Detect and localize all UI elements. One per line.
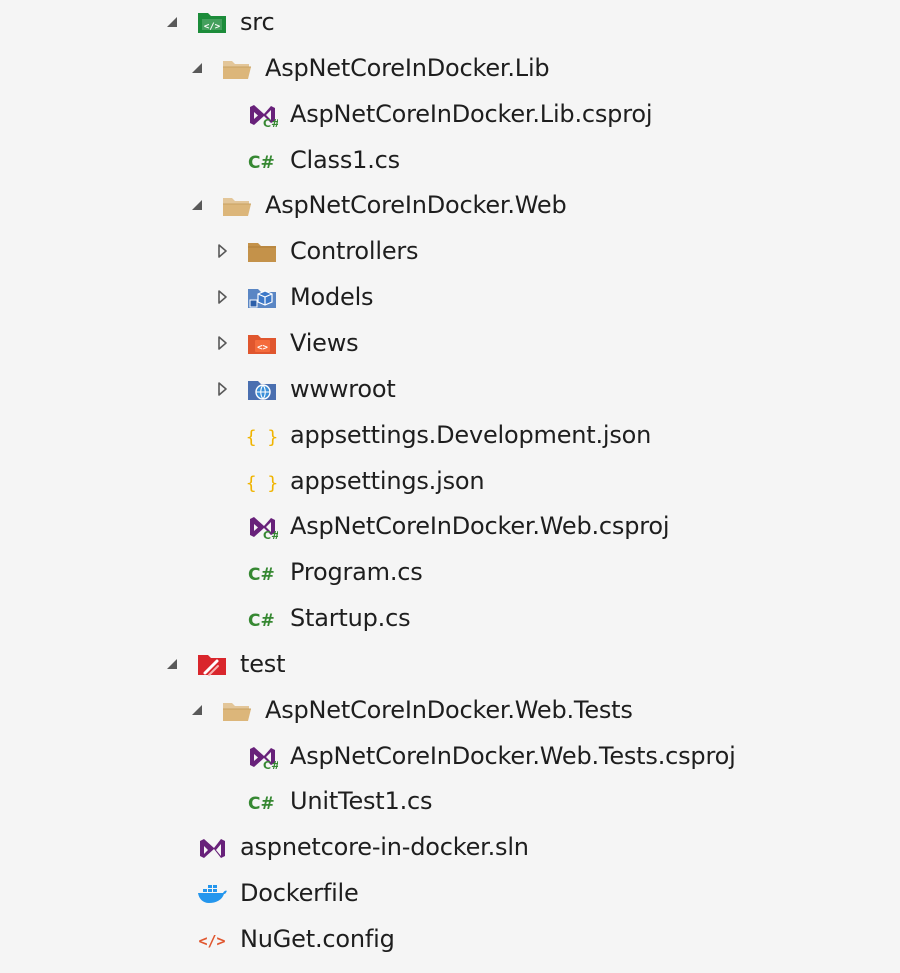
tree-item-views[interactable]: <> Views — [0, 321, 900, 367]
tree-item-program-cs[interactable]: C# Program.cs — [0, 550, 900, 596]
tree-item-src[interactable]: </> src — [0, 0, 900, 46]
tree-item-test[interactable]: test — [0, 642, 900, 688]
tree-item-aspnetcoreindocker-lib[interactable]: AspNetCoreInDocker.Lib — [0, 46, 900, 92]
solution-folder-src-icon: </> — [196, 9, 228, 37]
svg-text:C#: C# — [263, 759, 278, 771]
tree-item-appsettings-json[interactable]: { } appsettings.json — [0, 459, 900, 505]
folder-icon — [246, 238, 278, 266]
tree-item-unittest1-cs[interactable]: C# UnitTest1.cs — [0, 779, 900, 825]
tree-item-aspnetcoreindocker-web-tests-csproj[interactable]: C# AspNetCoreInDocker.Web.Tests.csproj — [0, 734, 900, 780]
tree-item-label: Controllers — [290, 237, 419, 266]
svg-text:C#: C# — [248, 153, 275, 173]
tree-item-label: AspNetCoreInDocker.Web.Tests.csproj — [290, 741, 736, 770]
tree-item-wwwroot[interactable]: wwwroot — [0, 367, 900, 413]
json-file-icon: { } — [246, 422, 278, 450]
csharp-file-icon: C# — [246, 559, 278, 587]
tree-item-class1-cs[interactable]: C# Class1.cs — [0, 138, 900, 184]
tree-item-label: Program.cs — [290, 558, 423, 587]
collapsed-arrow-icon[interactable] — [212, 333, 232, 353]
tree-item-aspnetcoreindocker-web-csproj[interactable]: C# AspNetCoreInDocker.Web.csproj — [0, 504, 900, 550]
svg-text:</>: </> — [198, 932, 225, 950]
tree-item-label: Models — [290, 283, 374, 312]
tree-item-label: AspNetCoreInDocker.Lib.csproj — [290, 99, 653, 128]
tree-item-aspnetcoreindocker-web-tests[interactable]: AspNetCoreInDocker.Web.Tests — [0, 688, 900, 734]
tree-item-label: src — [240, 8, 275, 36]
collapsed-arrow-icon[interactable] — [212, 241, 232, 261]
json-file-icon: { } — [246, 468, 278, 496]
tree-item-label: NuGet.config — [240, 925, 395, 953]
svg-text:{ }: { } — [246, 427, 278, 448]
tree-item-startup-cs[interactable]: C# Startup.cs — [0, 596, 900, 642]
tree-item-nuget-config[interactable]: </> NuGet.config — [0, 917, 900, 963]
docker-icon — [196, 880, 228, 908]
tree-item-aspnetcoreindocker-lib-csproj[interactable]: C# AspNetCoreInDocker.Lib.csproj — [0, 92, 900, 138]
tree-item-label: AspNetCoreInDocker.Lib — [265, 53, 550, 82]
folder-open-icon — [221, 55, 253, 83]
expanded-arrow-icon[interactable] — [187, 195, 207, 215]
svg-text:C#: C# — [263, 529, 278, 541]
tree-item-appsettings-development-json[interactable]: { } appsettings.Development.json — [0, 413, 900, 459]
expanded-arrow-icon[interactable] — [187, 58, 207, 78]
csproj-icon: C# — [246, 743, 278, 771]
csharp-file-icon: C# — [246, 147, 278, 175]
svg-text:{ }: { } — [246, 473, 278, 494]
tree-item-label: Dockerfile — [240, 879, 359, 908]
tree-item-label: AspNetCoreInDocker.Web.Tests — [265, 695, 633, 724]
wwwroot-icon — [246, 376, 278, 404]
svg-text:C#: C# — [248, 565, 275, 585]
csproj-icon: C# — [246, 513, 278, 541]
models-folder-icon — [246, 284, 278, 312]
tree-item-label: appsettings.json — [290, 466, 485, 495]
svg-text:<>: <> — [257, 343, 268, 353]
tree-item-label: test — [240, 649, 286, 678]
config-file-icon: </> — [196, 926, 228, 954]
tree-item-label: Class1.cs — [290, 145, 400, 174]
csharp-file-icon: C# — [246, 605, 278, 633]
tree-item-label: UnitTest1.cs — [290, 787, 433, 816]
csproj-icon: C# — [246, 101, 278, 129]
tree-item-label: aspnetcore-in-docker.sln — [240, 833, 529, 862]
svg-text:</>: </> — [204, 22, 221, 32]
tree-item-label: Views — [290, 328, 359, 357]
vs-solution-icon — [196, 834, 228, 862]
tree-item-label: wwwroot — [290, 374, 396, 403]
tree-item-aspnetcore-in-docker-sln[interactable]: aspnetcore-in-docker.sln — [0, 825, 900, 871]
tree-item-label: AspNetCoreInDocker.Web — [265, 191, 567, 220]
solution-folder-test-icon — [196, 651, 228, 679]
expanded-arrow-icon[interactable] — [187, 700, 207, 720]
folder-open-icon — [221, 697, 253, 725]
tree-item-label: AspNetCoreInDocker.Web.csproj — [290, 512, 670, 541]
svg-text:C#: C# — [263, 117, 278, 129]
folder-open-icon — [221, 192, 253, 220]
expanded-arrow-icon[interactable] — [162, 12, 182, 32]
csharp-file-icon: C# — [246, 788, 278, 816]
tree-item-models[interactable]: Models — [0, 275, 900, 321]
solution-explorer-tree: </> src AspNetCoreInDocker.Lib C# AspNet… — [0, 0, 900, 973]
expanded-arrow-icon[interactable] — [162, 654, 182, 674]
views-folder-icon: <> — [246, 330, 278, 358]
tree-item-label: appsettings.Development.json — [290, 420, 652, 449]
tree-item-controllers[interactable]: Controllers — [0, 229, 900, 275]
tree-item-label: Startup.cs — [290, 604, 411, 633]
collapsed-arrow-icon[interactable] — [212, 379, 232, 399]
svg-text:C#: C# — [248, 794, 275, 814]
collapsed-arrow-icon[interactable] — [212, 287, 232, 307]
svg-text:C#: C# — [248, 611, 275, 631]
tree-item-aspnetcoreindocker-web[interactable]: AspNetCoreInDocker.Web — [0, 183, 900, 229]
tree-item-dockerfile[interactable]: Dockerfile — [0, 871, 900, 917]
